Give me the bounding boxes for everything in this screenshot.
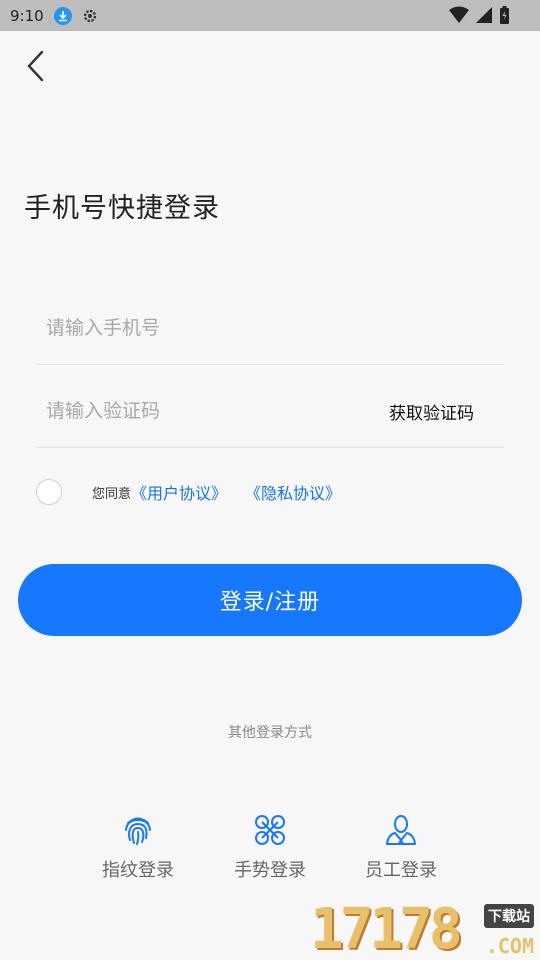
privacy-policy-link[interactable]: 《隐私协议》 <box>245 480 341 504</box>
gesture-icon <box>250 810 290 850</box>
status-icons <box>449 6 510 24</box>
agreement-row: 您同意 《用户协议》 《隐私协议》 <box>36 478 341 506</box>
login-register-button[interactable]: 登录/注册 <box>18 564 522 636</box>
site-watermark: 17178 下载站 .COM <box>310 900 534 960</box>
phone-input[interactable] <box>46 292 376 364</box>
signal-icon <box>476 7 492 23</box>
watermark-suffix: .COM <box>485 934 534 958</box>
back-button[interactable] <box>20 48 50 84</box>
battery-icon <box>500 6 509 24</box>
gesture-login-button[interactable]: 手势登录 <box>215 810 325 882</box>
agreement-radio[interactable] <box>36 479 62 505</box>
employee-login-label: 员工登录 <box>365 860 437 881</box>
status-bar: 9:10 <box>0 0 540 31</box>
wifi-icon <box>449 6 469 23</box>
agreement-prefix: 您同意 <box>92 486 132 502</box>
fingerprint-login-label: 指纹登录 <box>102 860 174 881</box>
other-login-label: 其他登录方式 <box>228 725 312 741</box>
verification-code-field: 获取验证码 <box>36 375 504 448</box>
settings-gear-icon <box>81 7 99 25</box>
employee-icon <box>381 810 421 850</box>
watermark-digits: 17178 <box>310 897 463 960</box>
download-icon <box>53 6 72 25</box>
user-agreement-link[interactable]: 《用户协议》 <box>131 480 227 504</box>
page-title: 手机号快捷登录 <box>24 193 220 224</box>
chevron-left-icon <box>27 50 44 82</box>
gesture-login-label: 手势登录 <box>234 860 306 881</box>
fingerprint-login-button[interactable]: 指纹登录 <box>83 810 193 882</box>
verification-code-input[interactable] <box>46 375 376 447</box>
employee-login-button[interactable]: 员工登录 <box>346 810 456 882</box>
watermark-badge: 下载站 <box>484 904 534 928</box>
status-time: 9:10 <box>10 6 44 25</box>
fingerprint-icon <box>118 810 158 850</box>
get-code-button[interactable]: 获取验证码 <box>389 375 474 447</box>
phone-field <box>36 292 504 365</box>
